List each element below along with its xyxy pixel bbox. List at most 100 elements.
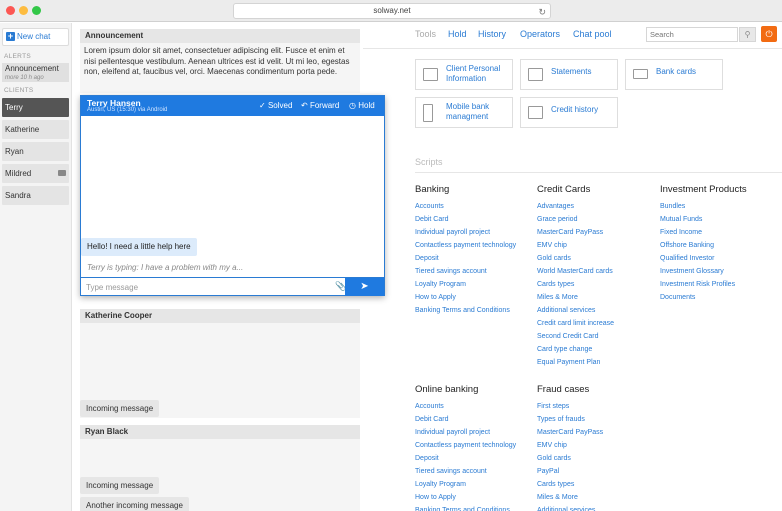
script-link[interactable]: Investment Glossary xyxy=(660,265,747,278)
clients-heading: CLIENTS xyxy=(4,87,34,94)
script-link[interactable]: Debit Card xyxy=(415,213,516,226)
client-name: Sandra xyxy=(5,191,31,200)
tool-bank-cards[interactable]: Bank cards xyxy=(625,59,723,90)
script-link[interactable]: MasterCard PayPass xyxy=(537,226,614,239)
script-link[interactable]: Qualified Investor xyxy=(660,252,747,265)
tool-label: Client Personal Information xyxy=(446,64,501,83)
script-link[interactable]: Individual payroll project xyxy=(415,226,516,239)
script-link[interactable]: Accounts xyxy=(415,400,516,413)
script-link[interactable]: First steps xyxy=(537,400,603,413)
mobile-icon xyxy=(423,104,433,122)
script-link[interactable]: Contactless payment technology xyxy=(415,239,516,252)
script-link[interactable]: MasterCard PayPass xyxy=(537,426,603,439)
script-link[interactable]: Miles & More xyxy=(537,291,614,304)
user-menu-button[interactable]: ⏻ xyxy=(761,26,777,42)
script-group-title: Fraud cases xyxy=(537,384,590,395)
forward-button[interactable]: ↶ Forward xyxy=(301,101,339,110)
script-link[interactable]: Loyalty Program xyxy=(415,478,516,491)
script-link[interactable]: Second Credit Card xyxy=(537,330,614,343)
search-button[interactable]: ⚲ xyxy=(739,27,756,42)
script-link[interactable]: Offshore Banking xyxy=(660,239,747,252)
tab-tools[interactable]: Tools xyxy=(415,29,436,39)
minimize-window-icon[interactable] xyxy=(19,6,28,15)
script-link[interactable]: EMV chip xyxy=(537,239,614,252)
message-input[interactable] xyxy=(84,280,329,294)
sidebar-item-announcement[interactable]: Announcement more 10 h ago xyxy=(2,63,69,82)
sidebar-item-sandra[interactable]: Sandra xyxy=(2,186,69,205)
script-link[interactable]: Gold cards xyxy=(537,252,614,265)
reload-icon[interactable]: ↻ xyxy=(538,5,546,19)
script-link[interactable]: PayPal xyxy=(537,465,603,478)
forward-label: Forward xyxy=(309,101,340,110)
tool-credit-history[interactable]: Credit history xyxy=(520,97,618,128)
tool-mobile-bank[interactable]: Mobile bank managment xyxy=(415,97,513,128)
tool-client-personal-information[interactable]: Client Personal Information xyxy=(415,59,513,90)
script-link[interactable]: EMV chip xyxy=(537,439,603,452)
script-link[interactable]: Documents xyxy=(660,291,747,304)
script-link[interactable]: How to Apply xyxy=(415,291,516,304)
script-link[interactable]: Deposit xyxy=(415,252,516,265)
sidebar-item-ryan[interactable]: Ryan xyxy=(2,142,69,161)
script-link[interactable]: World MasterCard cards xyxy=(537,265,614,278)
script-link[interactable]: Investment Risk Profiles xyxy=(660,278,747,291)
script-link[interactable]: Grace period xyxy=(537,213,614,226)
script-link[interactable]: Card type change xyxy=(537,343,614,356)
alerts-heading: ALERTS xyxy=(4,53,31,60)
client-name: Mildred xyxy=(5,169,32,178)
script-link[interactable]: Credit card limit increase xyxy=(537,317,614,330)
script-link[interactable]: Cards types xyxy=(537,278,614,291)
script-link[interactable]: Contactless payment technology xyxy=(415,439,516,452)
script-link[interactable]: Deposit xyxy=(415,452,516,465)
new-chat-button[interactable]: + New chat xyxy=(2,28,69,46)
sidebar-item-terry[interactable]: Terry xyxy=(2,98,69,117)
script-link[interactable]: Debit Card xyxy=(415,413,516,426)
browser-toolbar: solway.net ↻ xyxy=(0,0,782,22)
sidebar-item-mildred[interactable]: Mildred xyxy=(2,164,69,183)
script-link[interactable]: Tiered savings account xyxy=(415,465,516,478)
script-group-title: Online banking xyxy=(415,384,479,395)
send-icon: ➤ xyxy=(360,281,369,292)
sidebar-item-katherine[interactable]: Katherine xyxy=(2,120,69,139)
client-name: Katherine xyxy=(5,125,40,134)
announcement-card-title: Announcement xyxy=(80,29,360,43)
script-group-credit-cards: Credit Cards Advantages Grace period Maste… xyxy=(537,184,614,369)
tab-operators[interactable]: Operators xyxy=(520,29,560,39)
hold-button[interactable]: ◷ Hold xyxy=(349,101,375,110)
script-link[interactable]: Mutual Funds xyxy=(660,213,747,226)
script-link[interactable]: Bundles xyxy=(660,200,747,213)
script-link[interactable]: How to Apply xyxy=(415,491,516,504)
tool-statements[interactable]: Statements xyxy=(520,59,618,90)
script-link[interactable]: Cards types xyxy=(537,478,603,491)
script-link[interactable]: Gold cards xyxy=(537,452,603,465)
send-button[interactable]: ➤ xyxy=(345,278,384,296)
search-input[interactable] xyxy=(646,27,738,42)
script-link[interactable]: Additional services xyxy=(537,504,603,511)
new-chat-label: New chat xyxy=(17,32,51,41)
script-link[interactable]: Loyalty Program xyxy=(415,278,516,291)
tab-hold[interactable]: Hold xyxy=(448,29,467,39)
script-link[interactable]: Additional services xyxy=(537,304,614,317)
client-name: Ryan xyxy=(5,147,24,156)
tab-chat-pool[interactable]: Chat pool xyxy=(573,29,612,39)
address-bar[interactable]: solway.net ↻ xyxy=(233,3,551,19)
script-link[interactable]: Miles & More xyxy=(537,491,603,504)
chat-icon xyxy=(58,170,66,176)
script-link[interactable]: Equal Payment Plan xyxy=(537,356,614,369)
solved-button[interactable]: ✓ Solved xyxy=(259,101,292,110)
close-window-icon[interactable] xyxy=(6,6,15,15)
script-link[interactable]: Advantages xyxy=(537,200,614,213)
script-link[interactable]: Fixed Income xyxy=(660,226,747,239)
script-link[interactable]: Banking Terms and Conditions xyxy=(415,504,516,511)
tool-label: Credit history xyxy=(551,105,599,114)
script-group-banking: Banking Accounts Debit Card Individual pay… xyxy=(415,184,516,317)
script-link[interactable]: Individual payroll project xyxy=(415,426,516,439)
script-link[interactable]: Banking Terms and Conditions xyxy=(415,304,516,317)
script-link[interactable]: Tiered savings account xyxy=(415,265,516,278)
tab-history[interactable]: History xyxy=(478,29,506,39)
active-chat-window: Terry Hansen Austin, US (15:30) via Andr… xyxy=(80,95,385,296)
maximize-window-icon[interactable] xyxy=(32,6,41,15)
script-link[interactable]: Types of frauds xyxy=(537,413,603,426)
incoming-message: Incoming message xyxy=(80,477,160,494)
script-group-fraud-cases: Fraud cases First steps Types of frauds Ma… xyxy=(537,384,603,511)
script-link[interactable]: Accounts xyxy=(415,200,516,213)
